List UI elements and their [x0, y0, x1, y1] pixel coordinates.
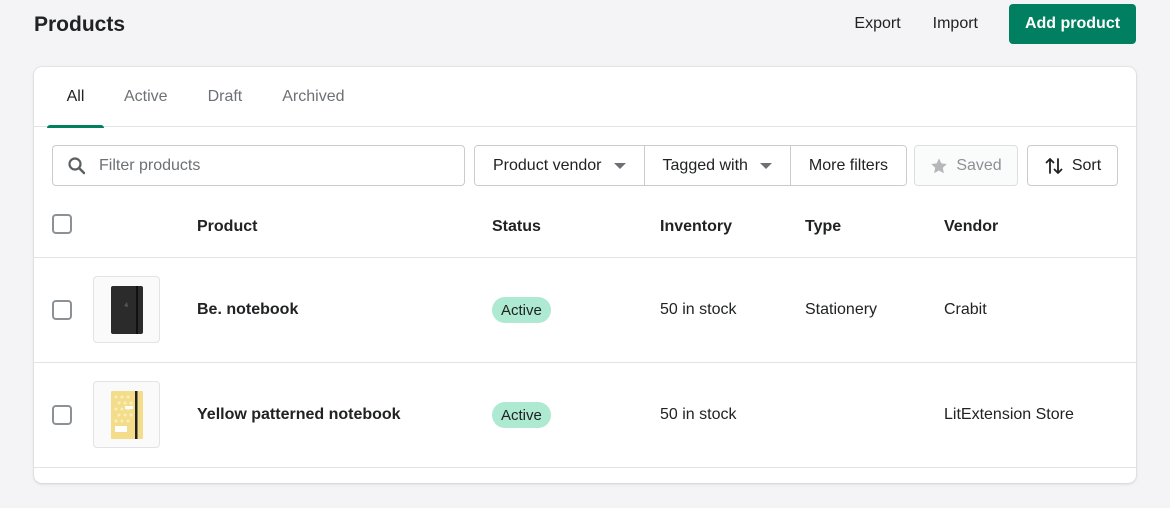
saved-button[interactable]: Saved — [914, 145, 1018, 186]
product-vendor-filter[interactable]: Product vendor — [475, 146, 645, 185]
tab-draft[interactable]: Draft — [188, 67, 263, 127]
table-row[interactable]: Be. notebook Active 50 in stock Statione… — [34, 258, 1136, 363]
product-thumbnail[interactable] — [93, 276, 160, 343]
filter-button-group: Product vendor Tagged with More filters — [474, 145, 908, 186]
inventory-value: 50 in stock — [660, 406, 737, 423]
saved-label: Saved — [956, 156, 1002, 174]
product-thumbnail[interactable] — [93, 381, 160, 448]
more-filters-button[interactable]: More filters — [790, 146, 907, 185]
sort-arrows-icon — [1045, 157, 1063, 174]
tab-active[interactable]: Active — [104, 67, 188, 127]
tab-all[interactable]: All — [47, 67, 104, 128]
column-header-status[interactable]: Status — [492, 218, 541, 236]
caret-down-icon — [613, 162, 626, 169]
product-vendor-label: Product vendor — [493, 156, 602, 174]
filter-products-input[interactable] — [99, 156, 449, 175]
sort-label: Sort — [1071, 156, 1102, 174]
tagged-with-label: Tagged with — [662, 156, 748, 174]
sort-button[interactable]: Sort — [1027, 145, 1118, 186]
black-notebook-image — [110, 285, 143, 334]
column-header-inventory[interactable]: Inventory — [660, 218, 732, 236]
product-name[interactable]: Yellow patterned notebook — [197, 406, 401, 424]
star-icon — [931, 157, 948, 173]
column-header-product[interactable]: Product — [197, 218, 257, 236]
header-actions: Export Import Add product — [838, 4, 1136, 44]
search-field[interactable] — [52, 145, 465, 186]
table-header: Product Status Inventory Type Vendor — [34, 203, 1136, 258]
products-table: Product Status Inventory Type Vendor Be.… — [34, 203, 1136, 468]
row-checkbox[interactable] — [52, 300, 72, 320]
caret-down-icon — [759, 162, 772, 169]
column-header-vendor[interactable]: Vendor — [944, 218, 998, 236]
vendor-value: Crabit — [944, 301, 987, 318]
inventory-value: 50 in stock — [660, 301, 737, 318]
import-button[interactable]: Import — [917, 4, 994, 44]
column-header-type[interactable]: Type — [805, 218, 841, 236]
type-value: Stationery — [805, 301, 878, 318]
page-title: Products — [34, 13, 126, 36]
more-filters-label: More filters — [808, 156, 889, 174]
select-all-checkbox[interactable] — [52, 214, 72, 234]
tab-archived[interactable]: Archived — [262, 67, 364, 127]
table-row[interactable]: Yellow patterned notebook Active 50 in s… — [34, 363, 1136, 468]
tagged-with-filter[interactable]: Tagged with — [644, 146, 791, 185]
filter-bar: Product vendor Tagged with More filters … — [52, 145, 1118, 186]
status-tabs: All Active Draft Archived — [34, 67, 1136, 128]
row-checkbox[interactable] — [52, 405, 72, 425]
vendor-value: LitExtension Store — [944, 406, 1074, 423]
status-badge: Active — [492, 297, 551, 323]
search-icon — [68, 156, 86, 174]
product-name[interactable]: Be. notebook — [197, 301, 298, 319]
status-badge: Active — [492, 402, 551, 428]
export-button[interactable]: Export — [838, 4, 916, 44]
add-product-button[interactable]: Add product — [1009, 4, 1136, 44]
products-card: All Active Draft Archived Product vendor… — [34, 67, 1136, 483]
yellow-notebook-image — [110, 390, 143, 439]
